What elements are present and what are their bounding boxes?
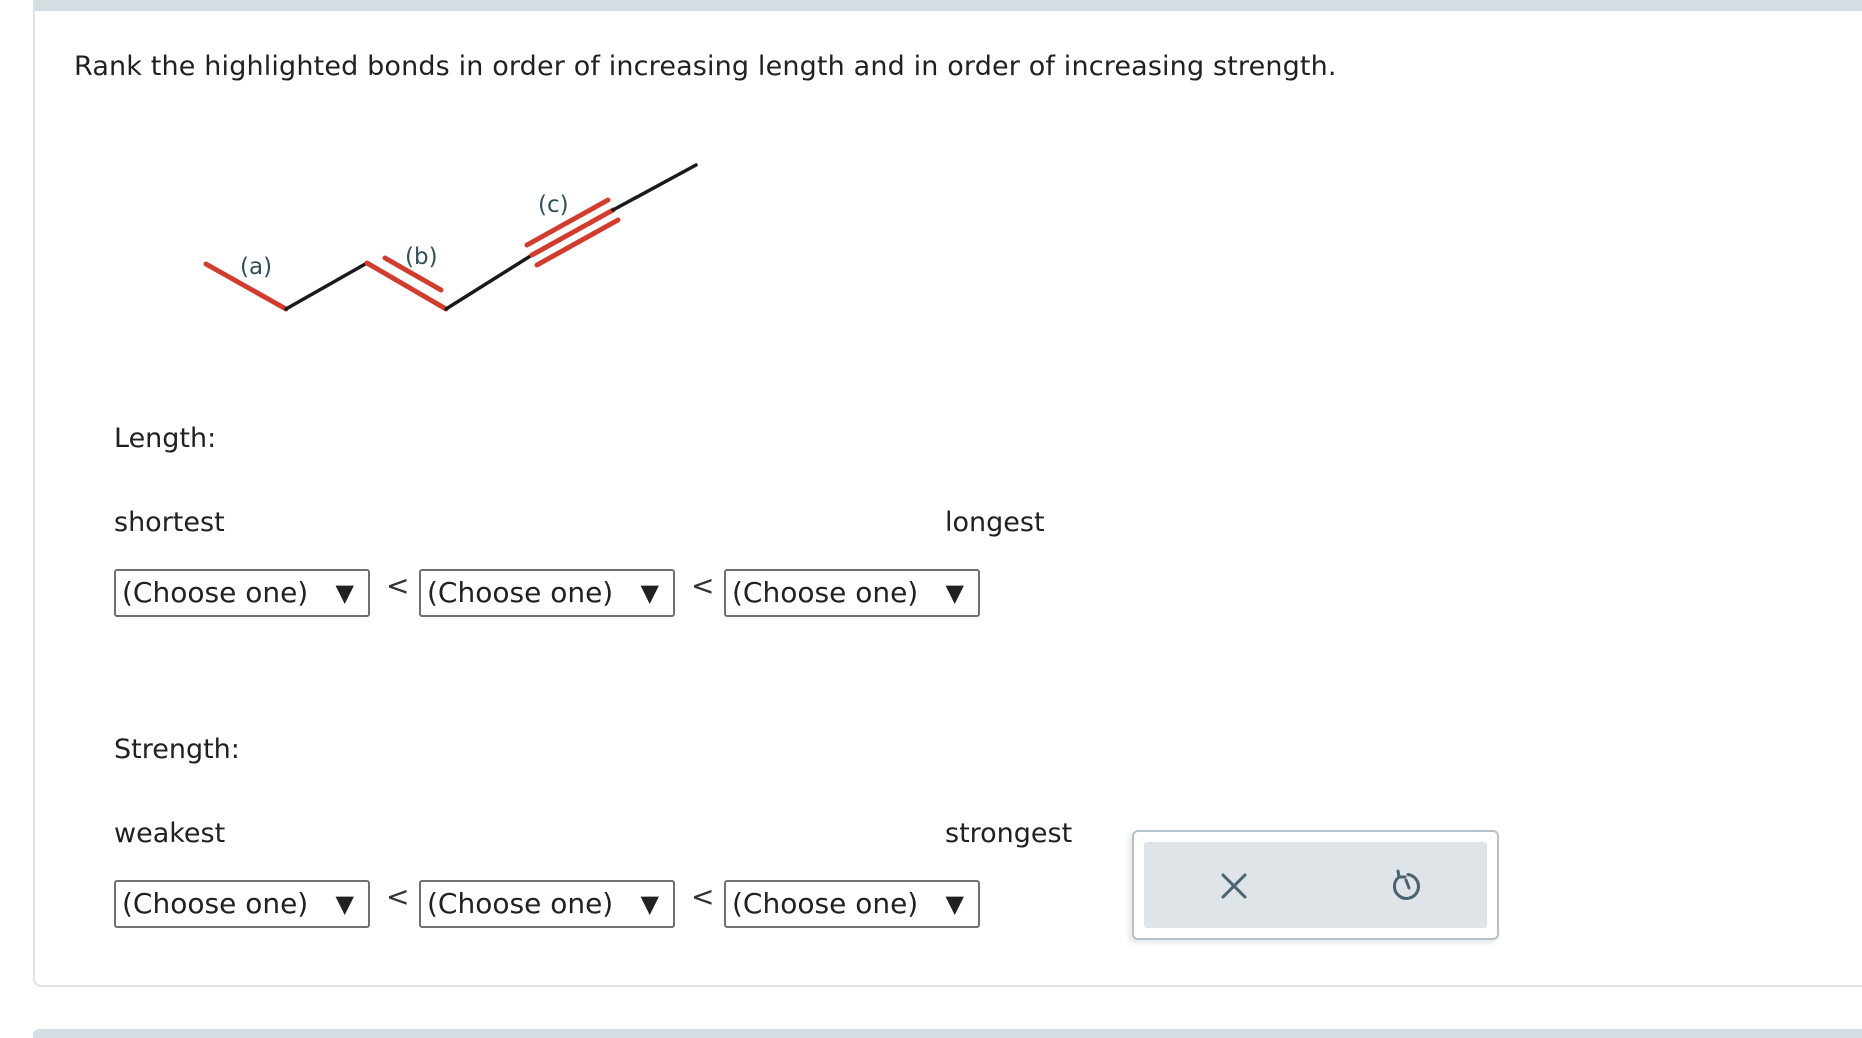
bond-label-a: (a) xyxy=(240,254,272,280)
length-select-2[interactable]: (Choose one) ▼ xyxy=(419,569,675,617)
length-longest-label: longest xyxy=(945,507,1045,538)
reset-button[interactable] xyxy=(1386,866,1426,906)
bond-label-c: (c) xyxy=(538,192,569,218)
less-than-symbol: < xyxy=(386,569,410,602)
dropdown-arrow-icon: ▼ xyxy=(945,890,964,918)
dropdown-arrow-icon: ▼ xyxy=(640,890,659,918)
close-icon xyxy=(1221,873,1247,899)
molecule-diagram: (a) (b) (c) xyxy=(203,163,698,312)
strength-select-2-value: (Choose one) xyxy=(427,887,614,920)
length-select-1[interactable]: (Choose one) ▼ xyxy=(114,569,370,617)
strength-select-1[interactable]: (Choose one) ▼ xyxy=(114,880,370,928)
length-heading: Length: xyxy=(114,423,217,454)
length-shortest-label: shortest xyxy=(114,507,225,538)
less-than-symbol: < xyxy=(691,880,715,913)
length-select-3-value: (Choose one) xyxy=(732,576,919,609)
bottom-divider-strip xyxy=(33,1029,1862,1038)
length-select-1-value: (Choose one) xyxy=(122,576,309,609)
clear-button[interactable] xyxy=(1214,866,1254,906)
dropdown-arrow-icon: ▼ xyxy=(640,579,659,607)
strength-select-1-value: (Choose one) xyxy=(122,887,309,920)
bond-c-line-3 xyxy=(534,217,621,268)
strength-select-3[interactable]: (Choose one) ▼ xyxy=(724,880,980,928)
length-select-3[interactable]: (Choose one) ▼ xyxy=(724,569,980,617)
dropdown-arrow-icon: ▼ xyxy=(945,579,964,607)
strength-select-3-value: (Choose one) xyxy=(732,887,919,920)
length-select-2-value: (Choose one) xyxy=(427,576,614,609)
less-than-symbol: < xyxy=(386,880,410,913)
answer-actions-panel xyxy=(1132,830,1499,940)
undo-icon xyxy=(1392,869,1420,900)
dropdown-arrow-icon: ▼ xyxy=(335,890,354,918)
less-than-symbol: < xyxy=(691,569,715,602)
strength-weakest-label: weakest xyxy=(114,818,226,849)
skeleton-bond xyxy=(284,261,369,311)
bond-label-b: (b) xyxy=(405,244,438,270)
strength-heading: Strength: xyxy=(114,734,240,765)
strength-select-2[interactable]: (Choose one) ▼ xyxy=(419,880,675,928)
answer-actions-bar xyxy=(1144,842,1487,928)
skeleton-bond xyxy=(444,253,534,311)
skeleton-bond xyxy=(611,163,698,212)
dropdown-arrow-icon: ▼ xyxy=(335,579,354,607)
strength-strongest-label: strongest xyxy=(945,818,1073,849)
